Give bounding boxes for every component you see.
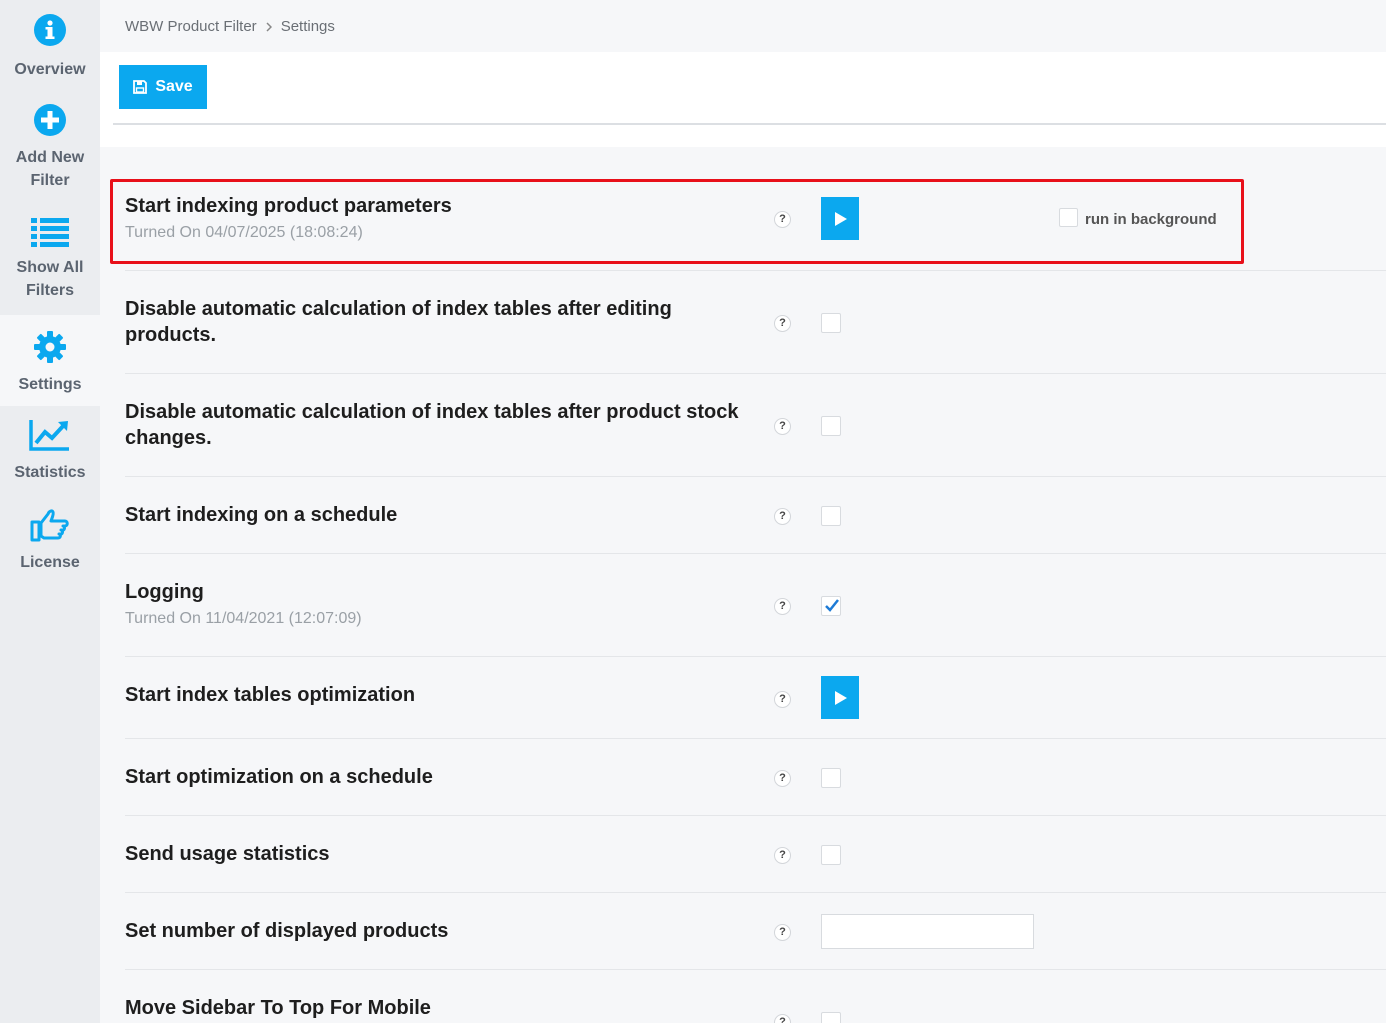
- run-in-background-checkbox[interactable]: [1059, 208, 1078, 227]
- help-icon[interactable]: ?: [774, 691, 791, 708]
- breadcrumb-root-link[interactable]: WBW Product Filter: [125, 18, 257, 35]
- sidebar-mobile-checkbox[interactable]: [821, 1012, 841, 1023]
- setting-row-disable-calc-stock: Disable automatic calculation of index t…: [125, 374, 1386, 477]
- sidebar: Overview Add New Filter Show All Filters: [0, 0, 100, 1023]
- setting-title: Start optimization on a schedule: [125, 766, 433, 788]
- setting-title: Disable automatic calculation of index t…: [125, 298, 672, 346]
- logging-checkbox[interactable]: [821, 596, 841, 616]
- info-icon: [34, 14, 66, 46]
- help-icon[interactable]: ?: [774, 418, 791, 435]
- sidebar-item-label: License: [20, 554, 80, 571]
- sidebar-item-label: Add New Filter: [15, 149, 85, 189]
- setting-row-sidebar-mobile: Move Sidebar To Top For Mobile ?: [125, 970, 1386, 1023]
- help-icon[interactable]: ?: [774, 315, 791, 332]
- sidebar-item-show-all-filters[interactable]: Show All Filters: [0, 202, 100, 315]
- sidebar-item-add-new-filter[interactable]: Add New Filter: [0, 90, 100, 202]
- save-button-label: Save: [155, 78, 193, 95]
- setting-title: Start indexing product parameters: [125, 195, 452, 217]
- setting-title: Send usage statistics: [125, 843, 330, 865]
- toolbar: Save: [100, 52, 1386, 147]
- sidebar-item-overview[interactable]: Overview: [0, 0, 100, 90]
- run-in-background-label: run in background: [1085, 211, 1217, 228]
- setting-row-indexing-schedule: Start indexing on a schedule ?: [125, 477, 1386, 554]
- setting-row-logging: Logging Turned On 11/04/2021 (12:07:09) …: [125, 554, 1386, 657]
- checkmark-icon: [825, 599, 839, 612]
- usage-statistics-checkbox[interactable]: [821, 845, 841, 865]
- setting-row-optimization-schedule: Start optimization on a schedule ?: [125, 739, 1386, 816]
- help-icon[interactable]: ?: [774, 1014, 791, 1023]
- toolbar-divider: [113, 123, 1386, 125]
- sidebar-item-statistics[interactable]: Statistics: [0, 406, 100, 496]
- sidebar-item-label: Overview: [14, 61, 86, 78]
- chevron-right-icon: [266, 21, 272, 32]
- sidebar-item-label: Show All Filters: [16, 259, 84, 299]
- setting-title: Start index tables optimization: [125, 684, 416, 706]
- sidebar-item-license[interactable]: License: [0, 496, 100, 586]
- setting-row-displayed-products: Set number of displayed products ?: [125, 893, 1386, 970]
- save-button[interactable]: Save: [119, 65, 207, 109]
- chart-line-icon: [29, 420, 69, 451]
- setting-subtitle: Turned On 11/04/2021 (12:07:09): [125, 610, 362, 627]
- thumbs-up-icon: [30, 509, 69, 542]
- help-icon[interactable]: ?: [774, 847, 791, 864]
- top-bar: WBW Product Filter Settings: [100, 0, 1386, 52]
- index-optimization-play-button[interactable]: [821, 676, 859, 719]
- setting-title: Start indexing on a schedule: [125, 504, 398, 526]
- setting-row-start-indexing: Start indexing product parameters Turned…: [125, 184, 1386, 271]
- help-icon[interactable]: ?: [774, 508, 791, 525]
- setting-title: Move Sidebar To Top For Mobile: [125, 997, 431, 1019]
- disable-calc-editing-checkbox[interactable]: [821, 313, 841, 333]
- setting-title: Set number of displayed products: [125, 920, 449, 942]
- help-icon[interactable]: ?: [774, 770, 791, 787]
- setting-row-index-optimization: Start index tables optimization ?: [125, 657, 1386, 739]
- disable-calc-stock-checkbox[interactable]: [821, 416, 841, 436]
- breadcrumb: WBW Product Filter Settings: [125, 18, 335, 35]
- gear-icon: [34, 331, 66, 363]
- displayed-products-input[interactable]: [821, 914, 1034, 949]
- list-icon: [31, 218, 69, 247]
- optimization-schedule-checkbox[interactable]: [821, 768, 841, 788]
- sidebar-item-label: Settings: [18, 376, 82, 393]
- setting-title: Logging: [125, 581, 204, 603]
- help-icon[interactable]: ?: [774, 211, 791, 228]
- setting-row-disable-calc-editing: Disable automatic calculation of index t…: [125, 271, 1386, 374]
- sidebar-item-settings[interactable]: Settings: [0, 315, 100, 406]
- setting-title: Disable automatic calculation of index t…: [125, 401, 739, 449]
- setting-subtitle: Turned On 04/07/2025 (18:08:24): [125, 224, 363, 241]
- plus-circle-icon: [34, 104, 66, 136]
- breadcrumb-current: Settings: [280, 18, 335, 35]
- help-icon[interactable]: ?: [774, 598, 791, 615]
- indexing-schedule-checkbox[interactable]: [821, 506, 841, 526]
- start-indexing-play-button[interactable]: [821, 197, 859, 240]
- setting-row-usage-statistics: Send usage statistics ?: [125, 816, 1386, 893]
- sidebar-item-label: Statistics: [14, 464, 86, 481]
- help-icon[interactable]: ?: [774, 924, 791, 941]
- floppy-disk-icon: [133, 80, 148, 94]
